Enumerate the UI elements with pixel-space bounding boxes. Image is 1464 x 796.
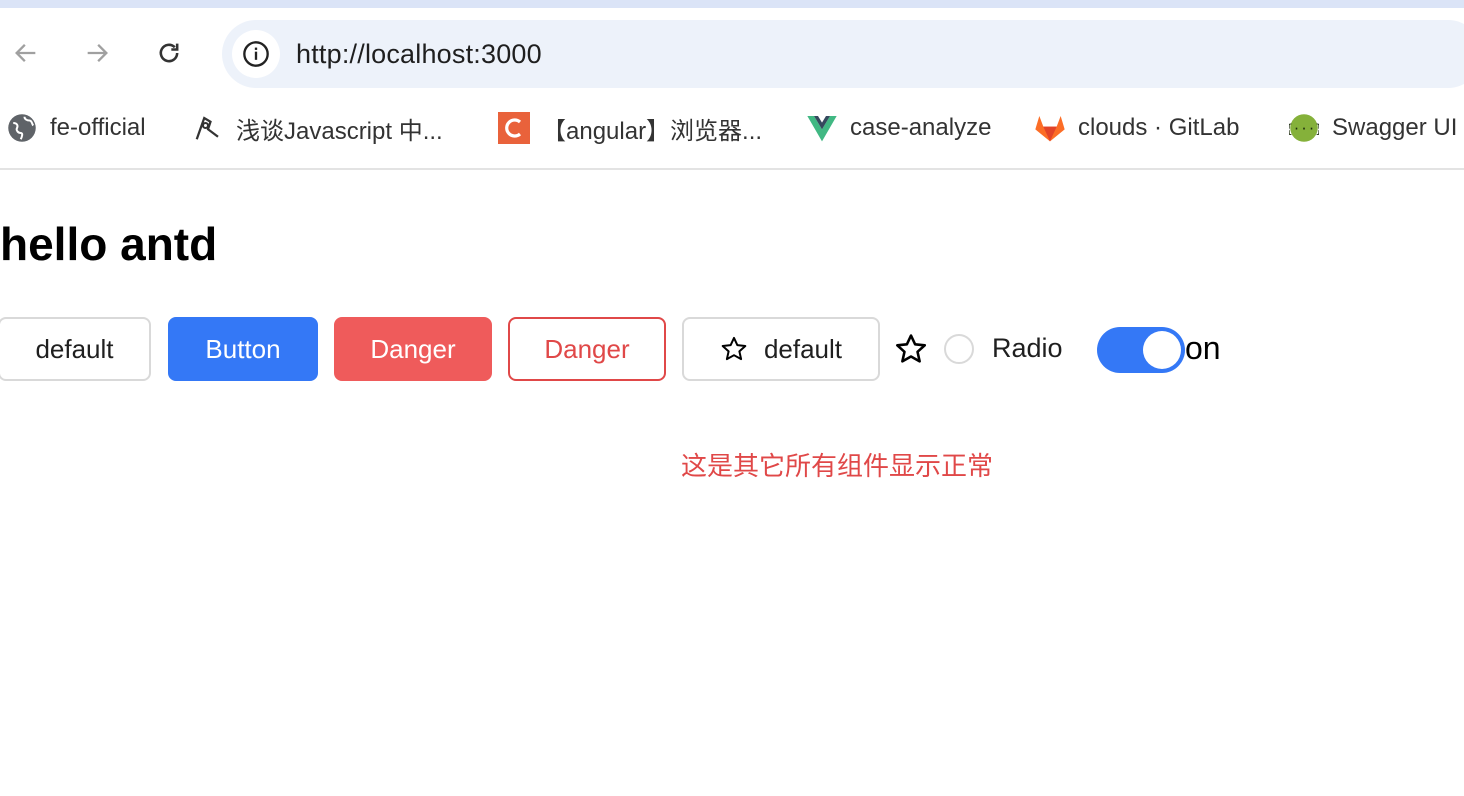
url-text[interactable]: http://localhost:3000 (296, 39, 542, 70)
bookmark-javascript-article[interactable]: 浅谈Javascript 中... (192, 110, 443, 146)
primary-button[interactable]: Button (168, 317, 318, 381)
gitlab-logo-icon (1034, 112, 1066, 144)
bookmark-label: 浅谈Javascript 中... (236, 117, 443, 145)
globe-icon (6, 112, 38, 144)
bookmarks-bar: fe-official 浅谈Javascript 中... 【angular】浏… (0, 100, 1464, 170)
address-bar[interactable]: http://localhost:3000 (222, 20, 1464, 88)
site-info-button[interactable] (232, 30, 280, 78)
primary-button-label: Button (205, 333, 281, 364)
bookmark-gitlab[interactable]: clouds · GitLab (1034, 110, 1239, 146)
bookmark-swagger[interactable]: {···} Swagger UI (1288, 110, 1457, 146)
star-default-button-label: default (763, 333, 843, 364)
bookmark-label: case-analyze (850, 114, 992, 141)
bookmark-label: 【angular】浏览器... (542, 117, 763, 145)
swagger-logo-icon: {···} (1288, 112, 1320, 144)
danger-ghost-button[interactable]: Danger (508, 317, 666, 381)
browser-toolbar: http://localhost:3000 (0, 8, 1464, 100)
reload-button[interactable] (152, 36, 186, 70)
pen-nib-icon (192, 112, 224, 144)
forward-button[interactable] (80, 36, 114, 70)
radio-button[interactable] (944, 334, 974, 364)
toggle-switch-knob (1143, 331, 1181, 369)
danger-button-label: Danger (370, 333, 456, 364)
danger-button[interactable]: Danger (334, 317, 492, 381)
switch-label: on (1185, 330, 1221, 366)
vue-logo-icon (806, 112, 838, 144)
status-note: 这是其它所有组件显示正常 (681, 451, 994, 481)
svg-text:{···}: {···} (1289, 121, 1319, 136)
bookmark-case-analyze[interactable]: case-analyze (806, 110, 991, 146)
browser-top-strip (0, 0, 1464, 8)
reload-icon (159, 43, 179, 63)
back-button[interactable] (9, 36, 43, 70)
radio-label[interactable]: Radio (992, 333, 1063, 364)
default-button[interactable]: default (0, 317, 151, 381)
bookmark-label: fe-official (50, 114, 146, 141)
bookmark-label: clouds · GitLab (1078, 114, 1240, 141)
star-icon[interactable] (894, 332, 928, 366)
page-content: hello antd default Button Danger Danger … (0, 170, 1464, 796)
bookmark-angular[interactable]: 【angular】浏览器... (498, 110, 762, 146)
default-button-label: default (35, 333, 114, 364)
info-icon (243, 41, 269, 67)
bookmark-label: Swagger UI (1332, 114, 1458, 141)
arrow-left-icon (15, 44, 36, 62)
arrow-right-icon (87, 44, 108, 62)
star-default-button[interactable]: default (682, 317, 880, 381)
toggle-switch[interactable] (1097, 327, 1185, 373)
star-icon (721, 336, 747, 361)
page-title: hello antd (0, 218, 218, 270)
danger-ghost-button-label: Danger (544, 333, 630, 364)
bookmark-fe-official[interactable]: fe-official (6, 110, 146, 146)
c-logo-icon (498, 112, 530, 144)
